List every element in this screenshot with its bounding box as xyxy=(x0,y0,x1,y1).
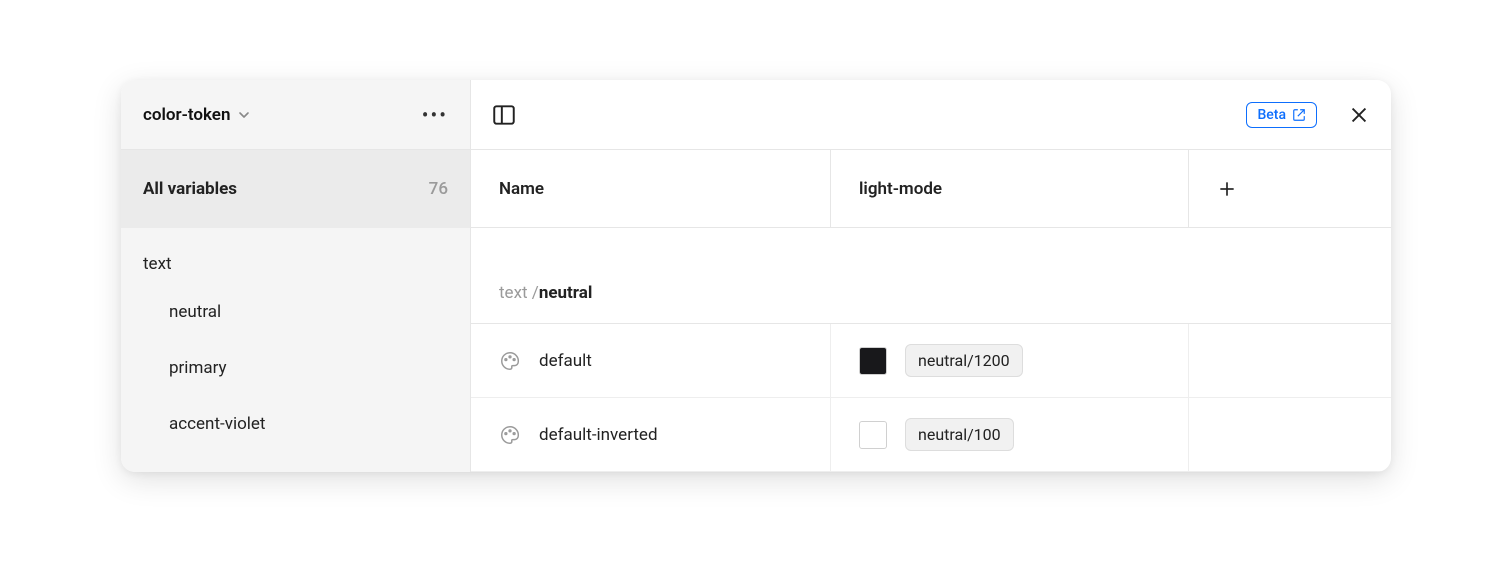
column-mode[interactable]: light-mode xyxy=(831,150,1189,227)
variable-name-cell[interactable]: default-inverted xyxy=(471,398,831,471)
color-swatch xyxy=(859,347,887,375)
variable-extra-cell xyxy=(1189,398,1391,471)
collection-selector[interactable]: color-token ••• xyxy=(121,80,471,149)
chevron-down-icon xyxy=(238,109,250,121)
panel-body: All variables 76 text neutral primary ac… xyxy=(121,150,1391,472)
group-path-name: neutral xyxy=(539,283,593,303)
variable-value-cell[interactable]: neutral/1200 xyxy=(831,324,1189,397)
sidebar-all-variables[interactable]: All variables 76 xyxy=(121,150,470,228)
group-heading: text / neutral xyxy=(471,228,1391,324)
variable-name-cell[interactable]: default xyxy=(471,324,831,397)
palette-icon xyxy=(499,424,521,446)
sidebar-item-primary[interactable]: primary xyxy=(121,340,470,396)
variable-name: default xyxy=(539,351,592,371)
more-icon[interactable]: ••• xyxy=(422,103,448,127)
color-swatch xyxy=(859,421,887,449)
beta-label: Beta xyxy=(1257,107,1286,123)
external-link-icon xyxy=(1292,108,1306,122)
close-icon xyxy=(1348,104,1370,126)
add-mode-button[interactable] xyxy=(1189,150,1391,227)
variable-extra-cell xyxy=(1189,324,1391,397)
sidebar-item-label: primary xyxy=(169,358,227,378)
sidebar-group-text[interactable]: text xyxy=(121,228,470,284)
variables-panel: color-token ••• Beta xyxy=(121,80,1391,472)
close-button[interactable] xyxy=(1347,103,1371,127)
sidebar-group-label: text xyxy=(143,254,172,274)
plus-icon xyxy=(1217,179,1237,199)
sidebar: All variables 76 text neutral primary ac… xyxy=(121,150,471,472)
sidebar-toggle-icon[interactable] xyxy=(491,102,517,128)
column-name: Name xyxy=(471,150,831,227)
column-name-label: Name xyxy=(499,179,544,199)
value-chip: neutral/100 xyxy=(905,418,1014,451)
palette-icon xyxy=(499,350,521,372)
sidebar-item-label: accent-violet xyxy=(169,414,265,434)
column-header: Name light-mode xyxy=(471,150,1391,228)
value-chip: neutral/1200 xyxy=(905,344,1023,377)
topbar: color-token ••• Beta xyxy=(121,80,1391,150)
variable-row[interactable]: default neutral/1200 xyxy=(471,324,1391,398)
sidebar-item-neutral[interactable]: neutral xyxy=(121,284,470,340)
sidebar-count: 76 xyxy=(429,179,448,199)
collection-name: color-token xyxy=(143,105,230,125)
sidebar-item-label: neutral xyxy=(169,302,221,322)
sidebar-all-label: All variables xyxy=(143,179,237,199)
group-path-prefix: text / xyxy=(499,283,539,303)
sidebar-item-accent-violet[interactable]: accent-violet xyxy=(121,396,470,452)
variable-name: default-inverted xyxy=(539,425,658,445)
main-header: Beta xyxy=(471,80,1391,149)
variable-row[interactable]: default-inverted neutral/100 xyxy=(471,398,1391,472)
column-mode-label: light-mode xyxy=(859,179,942,199)
beta-badge[interactable]: Beta xyxy=(1246,102,1317,128)
variable-value-cell[interactable]: neutral/100 xyxy=(831,398,1189,471)
main-area: Name light-mode text / neutral xyxy=(471,150,1391,472)
